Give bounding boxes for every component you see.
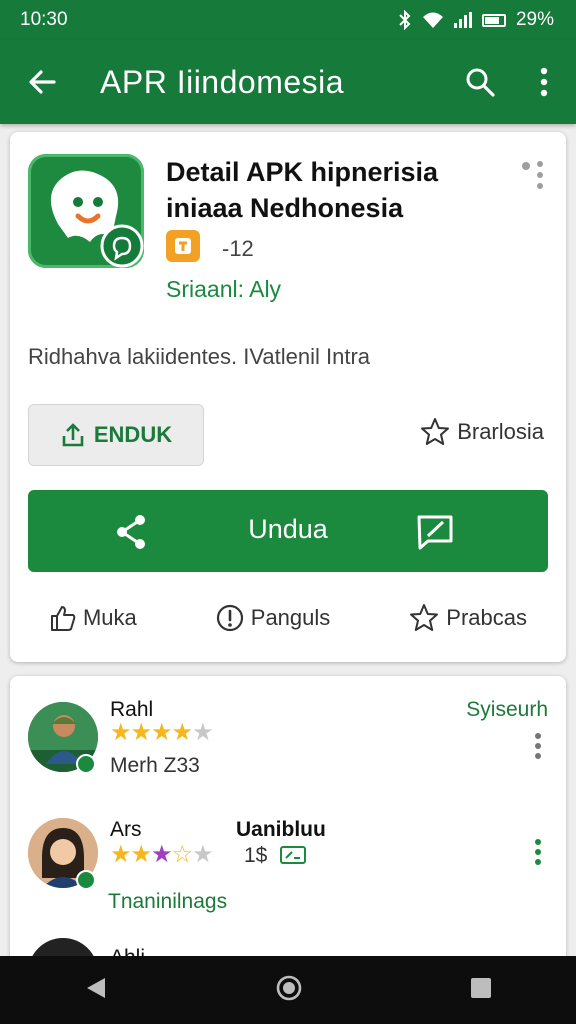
star-filled-icon: ★ [110,719,131,746]
review-item: Rahl ★★★★★ Merh Z33 Syiseurh [28,698,548,778]
download-button-label: Undua [248,514,328,544]
rating-stars: ★★★★★ [110,718,214,747]
verified-badge-icon [76,870,96,890]
review-subtitle: Merh Z33 [110,754,200,777]
app-description: Ridhahva lakiidentes. IVatlenil Intra [28,344,371,369]
content-rating-badge-icon [166,230,200,262]
reviews-card: Rahl ★★★★★ Merh Z33 Syiseurh Ars Uaniblu… [10,676,566,976]
upload-icon [62,423,84,447]
star-half-icon: ☆ [171,841,193,868]
nav-recents-button[interactable] [469,976,493,1005]
wishlist-button[interactable]: Brarlosia [419,416,544,448]
review-price: 1$ [244,844,268,867]
review-subtitle[interactable]: Tnaninilnags [108,890,227,914]
action-muka[interactable]: Muka [49,604,137,632]
status-icons: 29% [398,9,554,31]
more-vert-icon[interactable] [534,838,542,866]
arrow-back-icon [29,70,56,94]
publisher-link[interactable]: Sriaanl: Aly [166,276,281,303]
overflow-menu-button[interactable] [512,40,576,124]
app-name: Detail APK hipnerisia iniaaa Nedhonesia [166,157,439,223]
share-icon[interactable] [114,514,148,550]
review-item: Ars Uanibluu ★★★☆★ 1$ Tnaninilnags [28,818,548,918]
more-vert-icon[interactable] [534,732,542,760]
action-label: Prabcas [446,605,527,630]
app-logo-icon[interactable] [28,154,144,268]
star-empty-icon: ★ [192,719,213,746]
system-nav-bar [0,956,576,1024]
thumb-up-icon [50,606,76,631]
download-button[interactable]: Undua [28,490,548,572]
rating-stars: ★★★☆★ [110,840,214,869]
search-icon [466,68,495,97]
app-detail-card: Detail APK hipnerisia iniaaa Nedhonesia … [10,132,566,662]
review-tag[interactable]: Syiseurh [466,698,548,722]
wishlist-label: Brarlosia [457,419,544,444]
action-prabcas[interactable]: Prabcas [408,602,527,634]
star-filled-icon: ★ [151,841,172,868]
info-circle-icon [216,604,243,632]
action-panguls[interactable]: Panguls [215,603,331,633]
star-filled-icon: ★ [151,719,172,746]
triangle-back-icon [87,977,105,998]
battery-icon [481,13,506,27]
search-button[interactable] [448,40,512,124]
app-bar-title: APR Iiindomesia [100,63,345,100]
square-recents-icon [471,977,491,998]
bluetooth-icon [399,10,411,30]
wifi-icon [422,12,443,28]
star-filled-icon: ★ [171,719,193,746]
back-button[interactable] [0,40,84,124]
card-more-button[interactable] [520,160,548,195]
content-rating-text: -12 [222,236,254,261]
circle-home-icon [276,975,302,1000]
ticket-icon [280,846,306,864]
enduk-button[interactable]: ENDUK [28,404,204,466]
star-filled-icon: ★ [130,841,152,868]
app-bar: APR Iiindomesia [0,40,576,124]
signal-icon [453,12,472,28]
nav-home-button[interactable] [275,974,303,1007]
nav-back-button[interactable] [83,975,109,1006]
action-row: Muka Panguls Prabcas [10,602,566,634]
status-bar: 10:30 29% [0,0,576,40]
more-vert-icon [522,161,543,189]
star-outline-icon [410,604,439,631]
action-label: Muka [82,605,137,630]
battery-level: 29% [515,9,554,30]
verified-badge-icon [76,754,96,774]
star-empty-icon: ★ [192,841,213,868]
reviewer-name: Ars [110,818,142,841]
ghost-chat-icon [50,170,144,268]
action-label: Panguls [250,605,331,630]
feedback-icon[interactable] [416,514,454,550]
status-time: 10:30 [20,9,68,30]
reviewer-secondary-name: Uanibluu [236,818,326,841]
more-vert-icon [540,67,548,97]
star-filled-icon: ★ [110,841,131,868]
star-filled-icon: ★ [130,719,152,746]
enduk-button-label: ENDUK [93,422,173,447]
star-outline-icon [421,418,450,445]
